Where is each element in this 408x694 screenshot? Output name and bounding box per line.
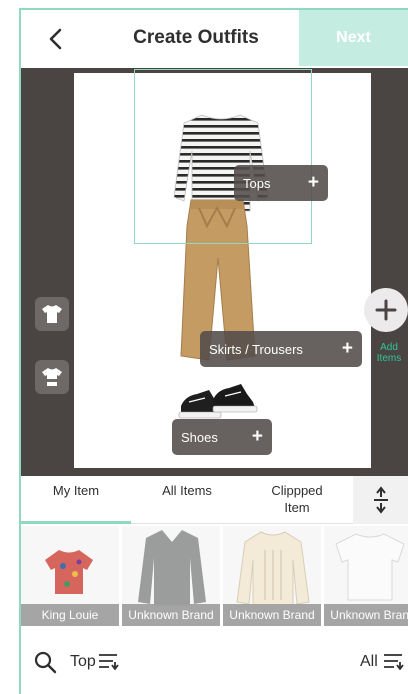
tab-my-item[interactable]: My Item xyxy=(46,482,106,518)
active-tab-indicator xyxy=(21,521,131,524)
list-item[interactable]: King Louie xyxy=(21,526,119,626)
plus-icon: + xyxy=(251,426,263,447)
all-filter[interactable]: All xyxy=(360,653,378,671)
tshirt-glyph xyxy=(42,305,62,323)
item-brand: King Louie xyxy=(21,604,119,626)
skirts-trousers-tag[interactable]: Skirts / Trousers + xyxy=(200,331,362,367)
item-brand: Unknown Brand xyxy=(223,604,321,626)
expand-collapse-icon xyxy=(373,486,388,514)
list-item[interactable]: Unknown Brand xyxy=(324,526,408,626)
back-button[interactable] xyxy=(41,24,71,54)
list-item[interactable]: Unknown Brand xyxy=(223,526,321,626)
white-top-image xyxy=(335,533,405,601)
page-title: Create Outfits xyxy=(133,27,259,48)
floral-top-image xyxy=(45,550,93,594)
outfit-canvas: Tops + Skirts / Trousers + Shoes + Add I… xyxy=(21,68,408,476)
item-brand: Unknown Brand xyxy=(324,604,408,626)
cream-knit-sweater-image xyxy=(236,531,310,606)
outfit-board: Tops + Skirts / Trousers + Shoes + xyxy=(74,69,371,468)
item-tabs: My Item All Items Clippped Item xyxy=(21,476,408,524)
filter-bar: Top All xyxy=(21,630,408,694)
layered-clothes-glyph xyxy=(42,368,62,386)
category-filter[interactable]: Top xyxy=(70,653,96,671)
plus-icon: + xyxy=(307,172,319,193)
sort-filter-icon[interactable] xyxy=(98,652,120,670)
shoes-tag[interactable]: Shoes + xyxy=(172,419,272,455)
add-items-label: Add Items xyxy=(376,342,402,364)
selection-box[interactable] xyxy=(134,69,312,244)
chevron-left-icon xyxy=(49,28,62,50)
plus-icon xyxy=(375,299,397,321)
resize-toggle-button[interactable] xyxy=(353,476,408,524)
skirts-trousers-tag-label: Skirts / Trousers xyxy=(209,341,303,357)
search-icon[interactable] xyxy=(33,650,57,674)
sneakers-image[interactable] xyxy=(175,378,259,422)
selection-frame-left xyxy=(19,8,21,694)
tops-tag-label: Tops xyxy=(243,175,271,191)
add-items-button[interactable] xyxy=(364,288,408,332)
next-button[interactable]: Next xyxy=(299,10,408,66)
list-item[interactable]: Unknown Brand xyxy=(122,526,220,626)
tshirt-icon[interactable] xyxy=(35,297,69,331)
tops-tag[interactable]: Tops + xyxy=(234,165,328,201)
tab-all-items[interactable]: All Items xyxy=(157,482,217,518)
item-brand: Unknown Brand xyxy=(122,604,220,626)
item-list: King Louie Unknown Brand Unknown Brand U… xyxy=(21,526,408,626)
layered-clothes-icon[interactable] xyxy=(35,360,69,394)
selection-frame-top xyxy=(19,8,408,10)
tab-clipped-item[interactable]: Clippped Item xyxy=(259,482,335,518)
gray-sweater-image xyxy=(138,530,206,606)
shoes-tag-label: Shoes xyxy=(181,429,218,445)
plus-icon: + xyxy=(341,338,353,359)
sort-filter-icon[interactable] xyxy=(383,652,405,670)
header: Create Outfits Next xyxy=(21,10,408,68)
